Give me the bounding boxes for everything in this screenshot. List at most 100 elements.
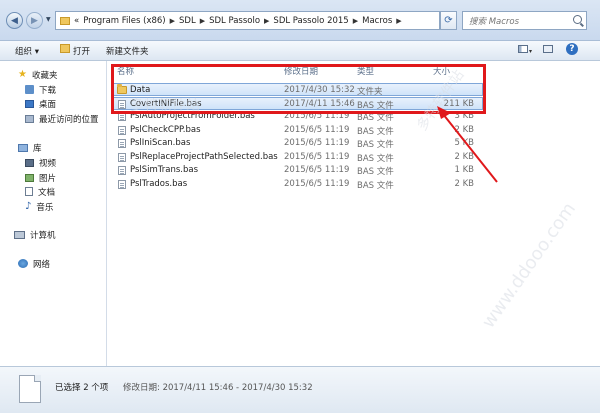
file-size: 1 KB [454, 165, 474, 175]
address-overflow[interactable]: « [74, 16, 79, 26]
file-name: PslReplaceProjectPathSelected.bas [130, 151, 278, 162]
breadcrumb-segment[interactable]: SDL Passolo 2015 [273, 16, 348, 26]
file-date: 2015/6/5 11:19 [284, 138, 350, 148]
sidebar-item-computer[interactable]: 计算机 [14, 228, 56, 241]
sidebar-item-desktop[interactable]: 桌面 [25, 97, 56, 110]
file-size: 2 KB [454, 178, 474, 189]
forward-button[interactable]: ▶ [26, 12, 43, 29]
sidebar-item-label: 网络 [33, 259, 51, 270]
forward-arrow-icon: ▶ [31, 15, 38, 26]
folder-icon [60, 16, 70, 25]
music-note-icon: ♪ [25, 201, 32, 212]
sidebar-item-pictures[interactable]: 图片 [25, 171, 56, 184]
address-bar[interactable]: « Program Files (x86) ▶ SDL ▶ SDL Passol… [55, 11, 440, 30]
breadcrumb-chevron-icon[interactable]: ▶ [353, 17, 358, 25]
file-name: PslSimTrans.bas [130, 165, 198, 175]
file-row-pslcheckcpp-bas[interactable]: PslCheckCPP.bas 2015/6/5 11:19 BAS 文件 2 KB [114, 124, 482, 137]
file-row-psltrados-bas[interactable]: PslTrados.bas 2015/6/5 11:19 BAS 文件 2 KB [114, 178, 482, 191]
multiple-files-icon [19, 375, 41, 403]
file-name: PslCheckCPP.bas [130, 124, 201, 135]
address-toolbar: ◀ ▶ ▼ « Program Files (x86) ▶ SDL ▶ SDL … [0, 0, 600, 41]
sidebar-item-label: 文档 [38, 187, 56, 198]
breadcrumb-chevron-icon[interactable]: ▶ [396, 17, 401, 25]
sidebar-item-recent-places[interactable]: 最近访问的位置 [25, 112, 99, 125]
breadcrumb-segment[interactable]: Program Files (x86) [83, 16, 165, 26]
sidebar-item-videos[interactable]: 视频 [25, 156, 56, 169]
sidebar-item-label: 图片 [39, 173, 57, 184]
file-date: 2015/6/5 11:19 [284, 124, 350, 135]
new-folder-button[interactable]: 新建文件夹 [106, 45, 149, 57]
sidebar-item-label: 收藏夹 [31, 70, 58, 81]
modified-range: 修改日期: 2017/4/11 15:46 - 2017/4/30 15:32 [123, 383, 313, 393]
sidebar-item-label: 库 [33, 143, 42, 154]
sidebar-item-documents[interactable]: 文档 [25, 185, 55, 198]
file-type: BAS 文件 [357, 140, 394, 150]
command-bar: 组织 ▾ 打开 新建文件夹 ▾ ? [0, 41, 600, 61]
file-type: BAS 文件 [357, 180, 394, 191]
sidebar-item-downloads[interactable]: 下载 [25, 83, 56, 96]
sidebar-item-label: 音乐 [36, 202, 54, 213]
search-box[interactable] [462, 11, 587, 30]
file-icon [118, 125, 126, 135]
sidebar-item-label: 计算机 [30, 230, 56, 241]
sidebar-item-network[interactable]: 网络 [18, 257, 50, 270]
recent-places-icon [25, 114, 34, 123]
help-icon[interactable]: ? [566, 43, 578, 55]
file-icon [118, 179, 126, 189]
file-date: 2015/6/5 11:19 [284, 151, 350, 162]
search-input[interactable] [467, 13, 571, 30]
highlight-annotation-box [111, 64, 486, 114]
sidebar-item-music[interactable]: ♪ 音乐 [25, 200, 53, 213]
open-button[interactable]: 打开 [73, 45, 90, 57]
open-icon [60, 44, 70, 53]
preview-pane-icon[interactable] [543, 45, 553, 53]
file-name: PslTrados.bas [130, 178, 188, 189]
file-type: BAS 文件 [357, 167, 394, 177]
file-icon [118, 139, 126, 148]
view-options-icon[interactable]: ▾ [518, 45, 532, 56]
sidebar-item-label: 下载 [39, 85, 57, 96]
document-icon [25, 187, 33, 196]
file-name: PslIniScan.bas [130, 138, 191, 148]
breadcrumb-segment[interactable]: SDL [179, 16, 196, 26]
file-type: BAS 文件 [357, 153, 394, 164]
file-size: 2 KB [454, 151, 474, 162]
sidebar-item-label: 桌面 [39, 99, 57, 110]
computer-icon [14, 230, 25, 239]
search-icon[interactable] [573, 15, 582, 24]
network-icon [18, 259, 28, 268]
breadcrumb-segment[interactable]: Macros [362, 16, 392, 26]
file-row-pslreplaceprojectpathselected-bas[interactable]: PslReplaceProjectPathSelected.bas 2015/6/… [114, 151, 482, 164]
back-arrow-icon: ◀ [11, 15, 18, 26]
file-icon [118, 152, 126, 162]
sidebar-item-label: 最近访问的位置 [39, 114, 99, 125]
file-size: 2 KB [454, 124, 474, 135]
file-row-psliniscan-bas[interactable]: PslIniScan.bas 2015/6/5 11:19 BAS 文件 5 KB [114, 137, 482, 150]
picture-icon [25, 173, 34, 182]
breadcrumb-chevron-icon[interactable]: ▶ [264, 17, 269, 25]
video-icon [25, 158, 34, 167]
file-size: 5 KB [454, 138, 474, 148]
breadcrumb-chevron-icon[interactable]: ▶ [200, 17, 205, 25]
refresh-button[interactable]: ⟳ [440, 11, 457, 30]
star-icon: ★ [18, 69, 27, 80]
back-button[interactable]: ◀ [6, 12, 23, 29]
sidebar-item-libraries[interactable]: 库 [18, 141, 42, 154]
download-icon [25, 85, 34, 94]
file-row-pslsimtrans-bas[interactable]: PslSimTrans.bas 2015/6/5 11:19 BAS 文件 1 KB [114, 164, 482, 177]
breadcrumb-chevron-icon[interactable]: ▶ [170, 17, 175, 25]
details-pane: 已选择 2 个项 修改日期: 2017/4/11 15:46 - 2017/4/… [0, 366, 600, 413]
file-date: 2015/6/5 11:19 [284, 165, 350, 175]
history-dropdown-icon[interactable]: ▼ [46, 16, 51, 23]
desktop-icon [25, 99, 34, 108]
sidebar-item-favorites[interactable]: ★ 收藏夹 [18, 68, 57, 81]
file-icon [118, 166, 126, 175]
sidebar-item-label: 视频 [39, 158, 57, 169]
navigation-pane: ★ 收藏夹 下载 桌面 最近访问的位置 库 视频 图片 文档 ♪ 音乐 计算机 … [0, 61, 107, 366]
library-icon [18, 143, 28, 152]
file-type: BAS 文件 [357, 126, 394, 137]
organize-menu[interactable]: 组织 ▾ [15, 45, 39, 57]
breadcrumb-segment[interactable]: SDL Passolo [209, 16, 260, 26]
file-date: 2015/6/5 11:19 [284, 178, 350, 189]
selection-count: 已选择 2 个项 [55, 383, 109, 393]
